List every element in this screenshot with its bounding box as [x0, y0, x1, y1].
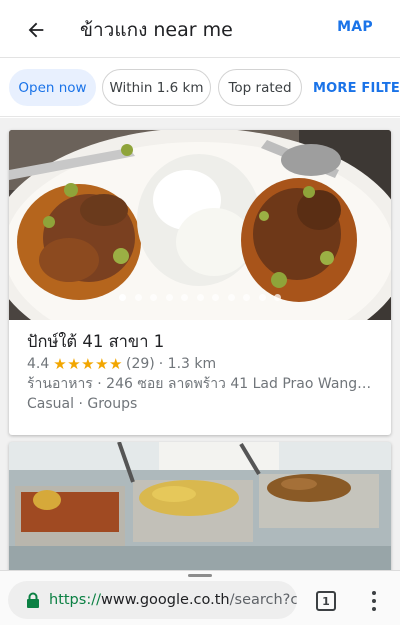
rating-value: 4.4 — [27, 356, 50, 372]
photo-pager-dot[interactable] — [227, 294, 235, 301]
photo-pager-dot[interactable] — [150, 294, 157, 301]
address-bar[interactable]: https://www.google.co.th/search?c — [8, 581, 297, 619]
food-photo — [9, 130, 391, 320]
result-card[interactable] — [9, 442, 391, 570]
result-card[interactable]: ปักษ์ใต้ 41 สาขา 1 4.4 ★★★★★ (29) · 1.3 … — [9, 130, 391, 435]
more-filters-button[interactable]: MORE FILTERS — [313, 81, 400, 96]
photo-pager-dot[interactable] — [258, 294, 266, 301]
photo-pager-dot[interactable] — [243, 294, 250, 301]
browser-toolbar: https://www.google.co.th/search?c 1 — [0, 570, 400, 625]
filter-chips: Open now Within 1.6 km Top rated MORE FI… — [0, 59, 400, 117]
map-button[interactable]: MAP — [337, 19, 373, 35]
url-scheme: https:// — [49, 592, 101, 608]
photo-pager-dot[interactable] — [212, 294, 219, 301]
url-text[interactable]: https://www.google.co.th/search?c — [49, 592, 297, 608]
photo-pager-dot[interactable] — [134, 294, 142, 301]
chip-open-now[interactable]: Open now — [9, 69, 96, 106]
chip-top-rated[interactable]: Top rated — [218, 69, 302, 106]
search-header: ข้าวแกง near me MAP — [0, 0, 400, 58]
lock-icon — [27, 592, 39, 608]
photo-pager-dot[interactable] — [196, 294, 204, 301]
star-rating-icon: ★★★★★ — [53, 355, 124, 373]
result-photo[interactable] — [9, 130, 391, 320]
photo-pager-dot[interactable] — [119, 294, 126, 301]
place-name: ปักษ์ใต้ 41 สาขา 1 — [27, 332, 165, 351]
url-host: www.google.co.th — [100, 592, 230, 608]
place-tags: Casual · Groups — [27, 396, 138, 412]
menu-dot — [372, 607, 376, 611]
place-address: ร้านอาหาร · 246 ซอย ลาดพร้าว 41 Lad Prao… — [27, 376, 372, 392]
chip-within-distance[interactable]: Within 1.6 km — [102, 69, 211, 106]
tab-switcher-button[interactable]: 1 — [316, 591, 336, 611]
menu-dot — [372, 599, 376, 603]
review-count: (29) — [126, 356, 155, 372]
photo-pager-dot[interactable] — [165, 294, 173, 301]
search-query[interactable]: ข้าวแกง near me — [80, 15, 233, 45]
distance: · 1.3 km — [158, 356, 217, 372]
results-list: ปักษ์ใต้ 41 สาขา 1 4.4 ★★★★★ (29) · 1.3 … — [0, 118, 400, 570]
menu-dot — [372, 591, 376, 595]
food-photo — [9, 442, 391, 570]
rating-row: 4.4 ★★★★★ (29) · 1.3 km — [27, 354, 373, 374]
photo-pager-dot[interactable] — [181, 294, 188, 301]
drag-handle[interactable] — [188, 574, 212, 577]
back-button[interactable] — [20, 14, 52, 46]
url-path: /search?c — [229, 592, 297, 608]
photo-pager — [9, 294, 391, 301]
result-info: ปักษ์ใต้ 41 สาขา 1 4.4 ★★★★★ (29) · 1.3 … — [9, 320, 391, 414]
arrow-left-icon — [28, 22, 44, 38]
more-vertical-icon[interactable] — [366, 588, 382, 614]
photo-pager-dot[interactable] — [274, 294, 281, 301]
